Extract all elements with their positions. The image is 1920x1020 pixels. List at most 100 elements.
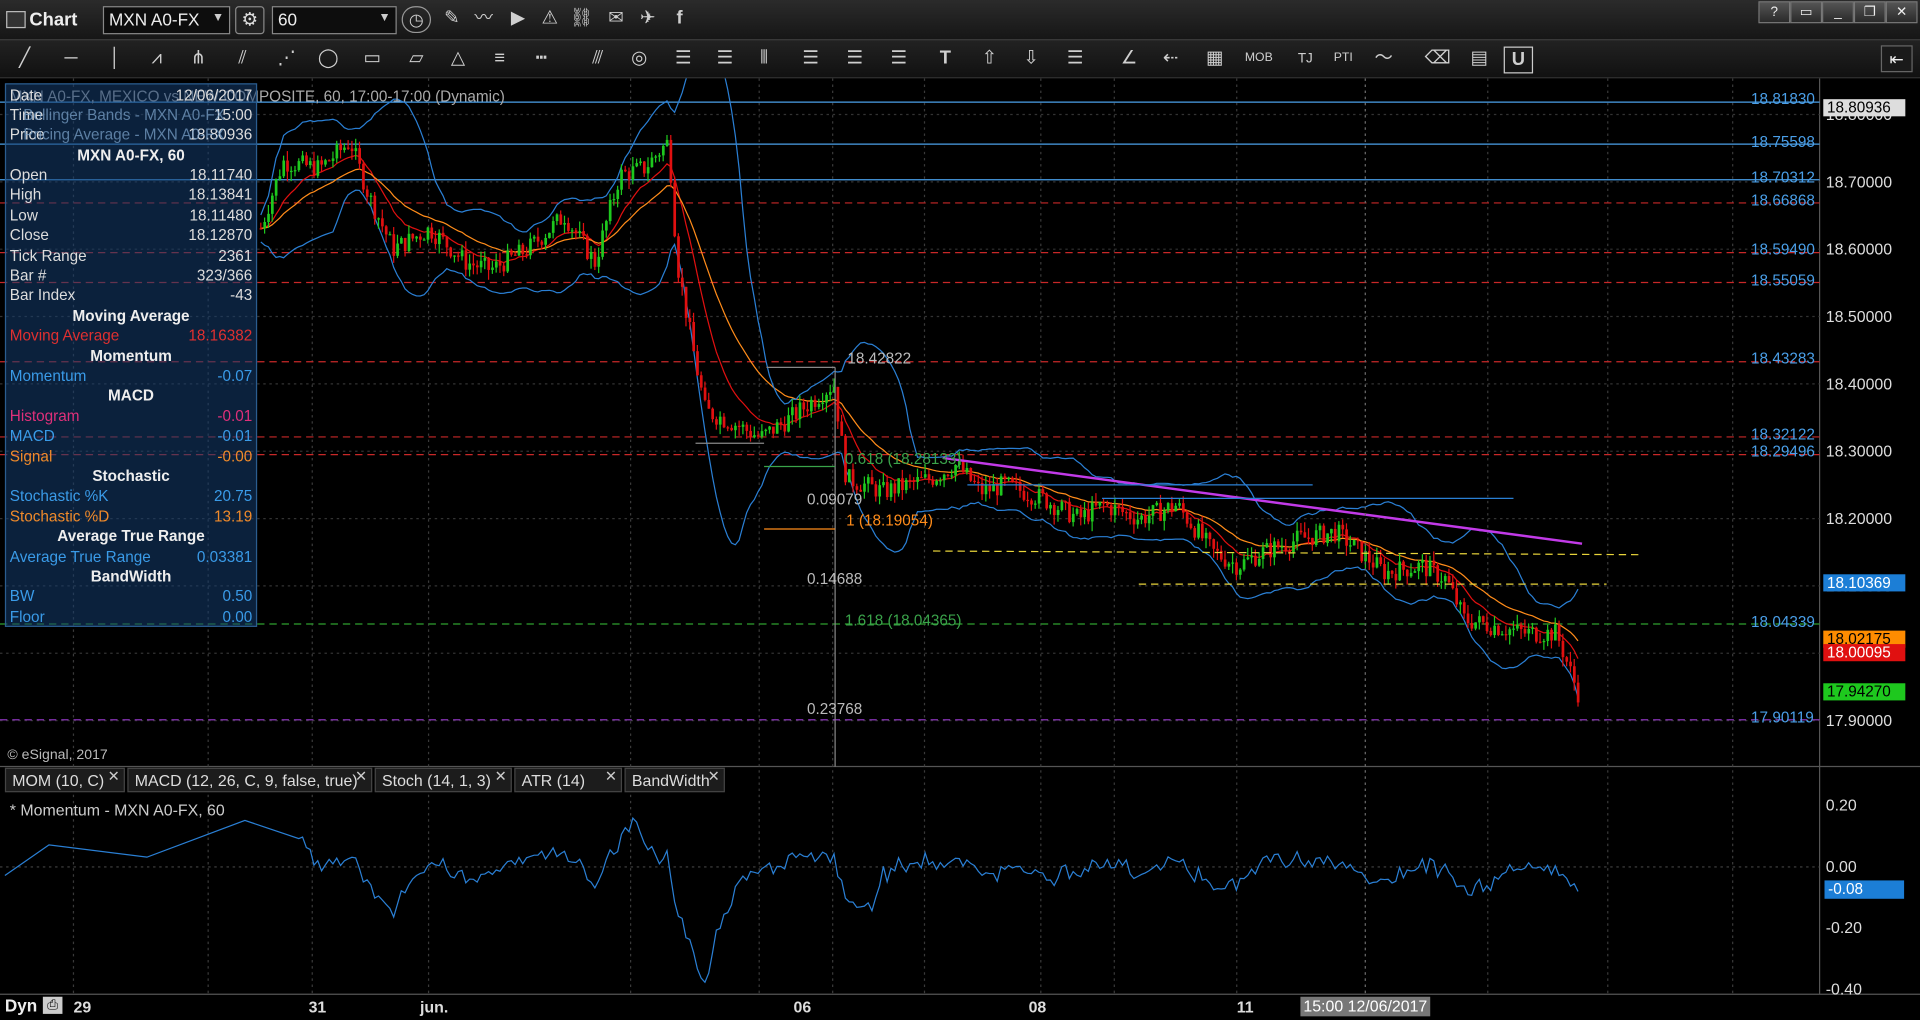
segments-icon[interactable]: ┅ [527, 47, 556, 71]
rectangle-icon[interactable]: ▭ [358, 47, 387, 71]
candle-body [874, 484, 878, 497]
chevron-down-icon[interactable]: ▼ [212, 11, 224, 24]
info-label: Tick Range [9, 246, 87, 264]
angle-icon[interactable]: ∠ [1114, 47, 1143, 71]
parallelogram-icon[interactable]: ▱ [402, 47, 431, 71]
maximize-button[interactable]: ❐ [1853, 1, 1886, 24]
candle-body [802, 402, 806, 410]
candle-body [464, 250, 468, 270]
chart-style-icon[interactable]: 〰 [470, 6, 497, 30]
candle-body [567, 223, 570, 231]
symbol-input[interactable]: MXN A0-FX ▼ [102, 6, 231, 35]
candle-body [445, 236, 449, 248]
pti-icon[interactable]: PTI [1327, 47, 1359, 71]
candle-body [1159, 502, 1162, 521]
tab-macd[interactable]: MACD (12, 26, C, 9, false, true) ✕ [127, 767, 373, 793]
candle-body [555, 214, 559, 222]
arrow-up-icon[interactable]: ⇧ [977, 47, 1001, 71]
candle-body [589, 251, 593, 259]
candle-body [578, 231, 582, 234]
tab-bandwidth[interactable]: BandWidth ✕ [624, 767, 725, 793]
clock-icon[interactable]: ◷ [401, 6, 432, 34]
gann-icon[interactable]: ☰ [884, 47, 913, 71]
twitter-icon[interactable]: ✈ [634, 6, 661, 30]
candle-body [491, 267, 494, 270]
arrow-down-icon[interactable]: ⇩ [1019, 47, 1043, 71]
time-zones-icon[interactable]: ⦀ [749, 47, 778, 71]
candle-body [1398, 561, 1402, 581]
zigzag-icon[interactable]: ⩘ [142, 47, 171, 71]
candle-body [1208, 532, 1212, 540]
chat-icon[interactable]: ✉ [602, 6, 629, 30]
candle-body [1557, 624, 1561, 641]
grid-icon[interactable]: ▦ [1200, 47, 1229, 71]
fib-arcs-icon[interactable]: ☰ [796, 47, 825, 71]
candle-body [825, 394, 828, 403]
tab-stoch[interactable]: Stoch (14, 1, 3) ✕ [374, 767, 512, 793]
candle-body [775, 422, 779, 434]
regression-icon[interactable]: ⫻ [583, 47, 612, 71]
indicator-row-momentum: Momentum -0.07 [10, 366, 252, 386]
candle-body [517, 244, 521, 256]
settings-gear-icon[interactable]: ⚙ [235, 6, 265, 35]
channel-icon[interactable]: ≡ [485, 47, 514, 71]
tab-atr[interactable]: ATR (14) ✕ [514, 767, 623, 793]
interval-input[interactable]: 60 ▼ [271, 6, 397, 35]
close-tab-icon[interactable]: ✕ [708, 764, 720, 788]
link-icon[interactable]: ⛓ [568, 6, 595, 30]
vertical-line-icon[interactable]: │ [100, 47, 129, 71]
restore-button[interactable]: ▭ [1790, 1, 1823, 24]
close-button[interactable]: ✕ [1885, 1, 1918, 24]
text-icon[interactable]: T [933, 47, 957, 71]
close-tab-icon[interactable]: ✕ [605, 764, 617, 788]
print-icon[interactable]: ⎙ [42, 996, 63, 1014]
play-icon[interactable]: ▶ [504, 6, 531, 30]
eraser-icon[interactable]: ⌫ [1423, 47, 1452, 71]
fib-fan-icon[interactable]: ☰ [840, 47, 869, 71]
comment-icon[interactable]: ▤ [1465, 47, 1494, 71]
horizontal-ray-icon[interactable]: ☰ [1060, 47, 1089, 71]
wave-icon[interactable]: 〜 [1369, 47, 1398, 71]
pitchfork-icon[interactable]: ⋔ [184, 47, 213, 71]
help-button[interactable]: ? [1758, 1, 1791, 24]
collapse-panel-button[interactable]: ⇤ [1880, 45, 1913, 73]
candle-body [400, 237, 403, 244]
chevron-down-icon[interactable]: ▼ [378, 11, 390, 24]
candle-body [1572, 666, 1576, 683]
chart-area[interactable]: MXN A0-FX, MEXICO vs NEW COMPOSITE, 60, … [0, 78, 1920, 1020]
candle-body [1417, 562, 1421, 572]
fib-extension-icon[interactable]: ☰ [710, 47, 739, 71]
magnet-icon[interactable]: U [1503, 46, 1534, 74]
close-tab-icon[interactable]: ✕ [495, 764, 507, 788]
candle-body [475, 265, 479, 268]
minimize-button[interactable]: _ [1822, 1, 1854, 24]
candle-body [1443, 576, 1447, 582]
info-row-bar-index: Bar Index -43 [10, 286, 252, 306]
candle-body [1284, 546, 1288, 551]
tab-mom[interactable]: MOM (10, C) ✕ [4, 767, 125, 793]
facebook-icon[interactable]: f [666, 6, 693, 30]
fibonacci-icon[interactable]: ☰ [669, 47, 698, 71]
candle-body [605, 221, 608, 231]
candle-body [737, 425, 741, 428]
indicator-value: -0.00 [217, 447, 253, 465]
arrow-left-icon[interactable]: ⇠ [1156, 47, 1185, 71]
triangle-icon[interactable]: △ [443, 47, 472, 71]
price-chart[interactable] [0, 78, 1920, 1020]
dyn-button[interactable]: Dyn [5, 996, 37, 1016]
trendline-icon[interactable]: ╱ [10, 47, 39, 71]
tj-icon[interactable]: TJ [1291, 47, 1320, 71]
candle-body [1440, 581, 1443, 583]
ellipse-icon[interactable]: ◯ [313, 47, 342, 71]
pencil-icon[interactable]: ✎ [438, 6, 465, 30]
candle-body [270, 195, 274, 214]
fan-icon[interactable]: ⋰ [272, 47, 301, 71]
cycle-icon[interactable]: ◎ [624, 47, 653, 71]
close-tab-icon[interactable]: ✕ [355, 764, 367, 788]
close-tab-icon[interactable]: ✕ [108, 764, 120, 788]
parallel-icon[interactable]: ⫽ [228, 47, 257, 71]
momentum-axis-tick: -0.40 [1825, 979, 1863, 998]
horizontal-line-icon[interactable]: ─ [56, 47, 85, 71]
mob-icon[interactable]: MOB [1242, 47, 1276, 71]
alert-icon[interactable]: ⚠ [536, 6, 563, 30]
